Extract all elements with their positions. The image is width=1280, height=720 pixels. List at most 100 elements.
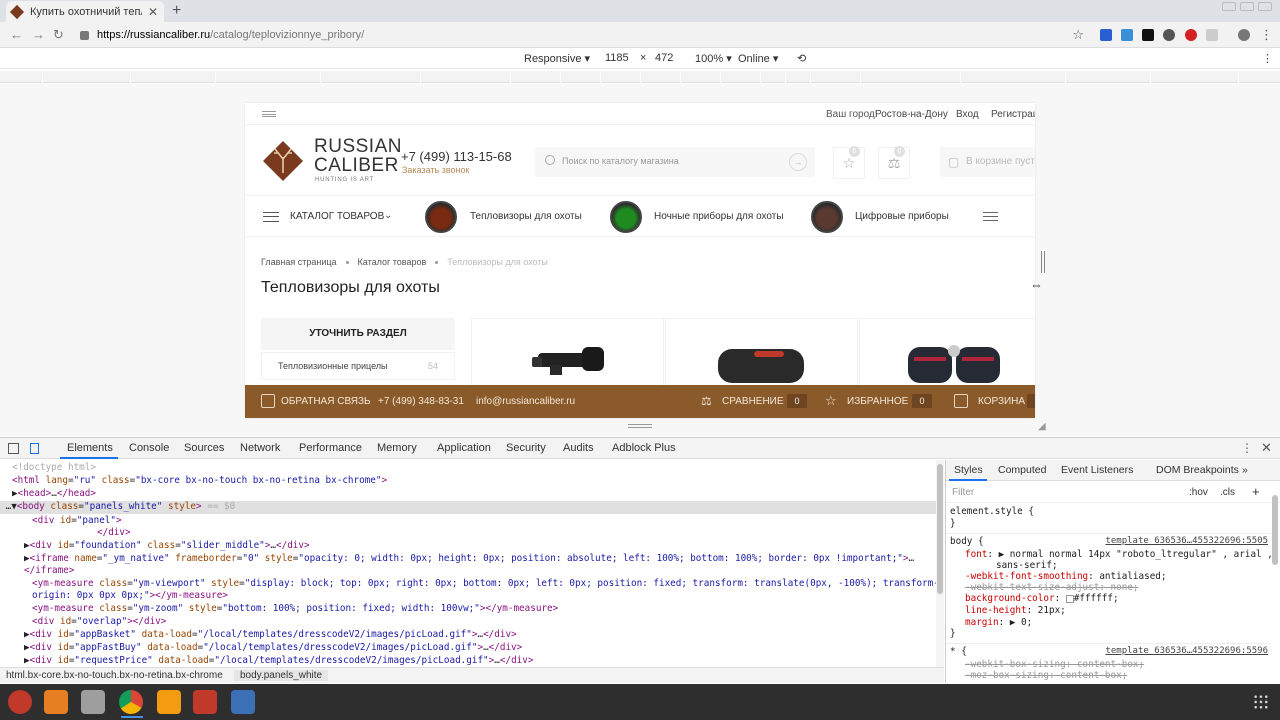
dom-line[interactable]: </iframe> bbox=[24, 565, 936, 578]
bookmark-star-icon[interactable]: ☆ bbox=[1072, 27, 1084, 43]
url-text[interactable]: https://russiancaliber.ru/catalog/teplov… bbox=[97, 29, 364, 41]
screenshot-tool-icon[interactable] bbox=[231, 690, 255, 714]
class-toggle[interactable]: .cls bbox=[1220, 487, 1235, 498]
footer-email[interactable]: info@russiancaliber.ru bbox=[476, 396, 575, 407]
menu-more-icon[interactable] bbox=[983, 212, 998, 221]
sublime-text-icon[interactable] bbox=[157, 690, 181, 714]
devtools-close-icon[interactable]: ✕ bbox=[1261, 440, 1272, 456]
tab-memory[interactable]: Memory bbox=[377, 442, 417, 454]
logo-text[interactable]: RUSSIAN CALIBER bbox=[314, 137, 402, 175]
minimize-icon[interactable] bbox=[1222, 2, 1236, 11]
style-rule-universal[interactable]: * { bbox=[950, 646, 967, 657]
maximize-icon[interactable] bbox=[1240, 2, 1254, 11]
extension-print-icon[interactable] bbox=[1163, 29, 1175, 41]
compare-header-button[interactable]: ⚖ 0 bbox=[878, 146, 910, 179]
product-card[interactable] bbox=[665, 318, 858, 388]
logo-deer-icon[interactable] bbox=[261, 139, 305, 183]
style-declaration-overridden[interactable]: -moz-box-sizing: content-box; bbox=[965, 670, 1127, 681]
network-throttle-select[interactable]: Online ▾ bbox=[738, 52, 778, 65]
footer-compare-link[interactable]: СРАВНЕНИЕ bbox=[722, 396, 784, 407]
dom-breadcrumb-html[interactable]: html.bx-core.bx-no-touch.bx-no-retina.bx… bbox=[6, 670, 223, 681]
tab-event-listeners[interactable]: Event Listeners bbox=[1061, 464, 1133, 476]
tab-application[interactable]: Application bbox=[437, 442, 491, 454]
tab-elements[interactable]: Elements bbox=[67, 442, 113, 454]
tab-styles[interactable]: Styles bbox=[954, 464, 983, 476]
device-mode-select[interactable]: Responsive ▾ bbox=[524, 52, 590, 65]
adblock-plus-icon[interactable] bbox=[1185, 29, 1197, 41]
style-declaration[interactable]: -webkit-font-smoothing: antialiased; bbox=[965, 571, 1167, 582]
reload-icon[interactable]: ↻ bbox=[53, 27, 64, 43]
footer-phone[interactable]: +7 (499) 348-83-31 bbox=[378, 396, 464, 407]
dom-line[interactable]: ▶<div id="appBasket" data-load="/local/t… bbox=[24, 629, 936, 642]
search-input[interactable]: Поиск по каталогу магазина bbox=[562, 156, 679, 166]
footer-cart-link[interactable]: КОРЗИНА bbox=[978, 396, 1025, 407]
style-declaration-overridden[interactable]: -webkit-text-size-adjust: none; bbox=[965, 582, 1139, 593]
site-search[interactable]: Поиск по каталогу магазина → bbox=[535, 147, 815, 177]
zoom-select[interactable]: 100% ▾ bbox=[695, 52, 732, 65]
viewport-width-input[interactable]: 1185 bbox=[605, 52, 629, 64]
styles-filter-input[interactable]: Filter bbox=[952, 487, 974, 498]
feedback-link[interactable]: ОБРАТНАЯ СВЯЗЬ bbox=[281, 396, 371, 407]
dom-line[interactable]: <ym-measure class="ym-zoom" style="botto… bbox=[32, 603, 936, 616]
viewport-resize-handle-right[interactable] bbox=[1041, 251, 1045, 273]
extension-sync-icon[interactable] bbox=[1206, 29, 1218, 41]
forward-icon[interactable]: → bbox=[32, 27, 45, 42]
style-source-link[interactable]: template_636536…455322696:5505 bbox=[1105, 536, 1268, 546]
tab-sources[interactable]: Sources bbox=[184, 442, 224, 454]
tab-console[interactable]: Console bbox=[129, 442, 169, 454]
devtools-menu-icon[interactable]: ⋮ bbox=[1241, 441, 1253, 455]
file-manager-icon[interactable] bbox=[81, 690, 105, 714]
menu-item-night-vision[interactable]: Ночные приборы для охоты bbox=[654, 211, 784, 222]
tab-dom-breakpoints[interactable]: DOM Breakpoints bbox=[1156, 464, 1239, 476]
styles-more-tabs-icon[interactable]: » bbox=[1242, 464, 1248, 476]
back-icon[interactable]: ← bbox=[10, 27, 23, 42]
breadcrumb-home[interactable]: Главная страница bbox=[261, 257, 337, 267]
new-style-rule-button[interactable]: + bbox=[1252, 484, 1260, 499]
dom-line[interactable]: ▶<div id="requestPrice" data-load="/loca… bbox=[24, 655, 936, 667]
catalog-menu-icon[interactable] bbox=[263, 212, 279, 222]
device-toolbar-menu-icon[interactable]: ⋮ bbox=[1262, 52, 1273, 65]
dom-breadcrumb-body[interactable]: body.panels_white bbox=[234, 670, 329, 681]
tab-adblock-plus[interactable]: Adblock Plus bbox=[612, 442, 676, 454]
style-declaration-overridden[interactable]: -webkit-box-sizing: content-box; bbox=[965, 659, 1144, 670]
viewport-resize-handle-bottom[interactable] bbox=[628, 424, 652, 428]
product-card[interactable] bbox=[471, 318, 664, 388]
style-declaration[interactable]: margin: ▶ 0; bbox=[965, 617, 1032, 628]
dom-line[interactable]: <!doctype html> bbox=[12, 462, 936, 475]
tab-performance[interactable]: Performance bbox=[299, 442, 362, 454]
header-cart[interactable]: ▢ В корзине пусто bbox=[940, 147, 1035, 177]
omnibox[interactable]: https://russiancaliber.ru/catalog/teplov… bbox=[76, 25, 1092, 45]
media-query-ruler[interactable] bbox=[0, 71, 1280, 83]
menu-item-digital[interactable]: Цифровые приборы bbox=[855, 211, 949, 222]
dom-line[interactable]: origin: 0px 0px 0px;"></ym-measure> bbox=[32, 590, 936, 603]
style-declaration[interactable]: line-height: 21px; bbox=[965, 605, 1066, 616]
rotate-icon[interactable]: ⟲ bbox=[797, 52, 806, 65]
extension-01-icon[interactable] bbox=[1142, 29, 1154, 41]
dom-line[interactable]: </div> bbox=[97, 527, 936, 540]
city-link[interactable]: Ростов-на-Дону bbox=[875, 109, 948, 120]
sidebar-item-thermal-scopes[interactable]: Тепловизионные прицелы 54 bbox=[261, 352, 455, 380]
software-center-icon[interactable] bbox=[44, 690, 68, 714]
tab-network[interactable]: Network bbox=[240, 442, 280, 454]
inspect-element-icon[interactable] bbox=[8, 443, 19, 454]
style-declaration[interactable]: background-color: #ffffff; bbox=[965, 593, 1119, 604]
breadcrumb-catalog[interactable]: Каталог товаров bbox=[358, 257, 427, 267]
dom-line[interactable]: <div id="overlap"></div> bbox=[32, 616, 936, 629]
app-grid-icon[interactable] bbox=[1253, 694, 1269, 710]
menu-item-thermal[interactable]: Тепловизоры для охоты bbox=[470, 211, 582, 222]
thermal-category-image[interactable] bbox=[425, 201, 457, 233]
elements-scrollbar[interactable] bbox=[936, 460, 944, 667]
styles-scrollbar-thumb[interactable] bbox=[1272, 495, 1278, 565]
digital-category-image[interactable] bbox=[811, 201, 843, 233]
style-rule-element[interactable]: element.style { bbox=[950, 506, 1034, 517]
dom-line[interactable]: ▶<div id="foundation" class="slider_midd… bbox=[24, 540, 936, 553]
register-link[interactable]: Регистрация bbox=[991, 109, 1035, 120]
dom-line[interactable]: ▶<head>…</head> bbox=[12, 488, 936, 501]
style-rule-body[interactable]: body { bbox=[950, 536, 984, 547]
tab-computed[interactable]: Computed bbox=[998, 464, 1046, 476]
extension-translate-icon[interactable] bbox=[1121, 29, 1133, 41]
top-menu-icon[interactable] bbox=[262, 111, 276, 117]
device-toggle-icon[interactable] bbox=[30, 443, 39, 454]
browser-menu-icon[interactable]: ⋮ bbox=[1260, 27, 1273, 43]
favorites-header-button[interactable]: ☆ 0 bbox=[833, 146, 865, 179]
